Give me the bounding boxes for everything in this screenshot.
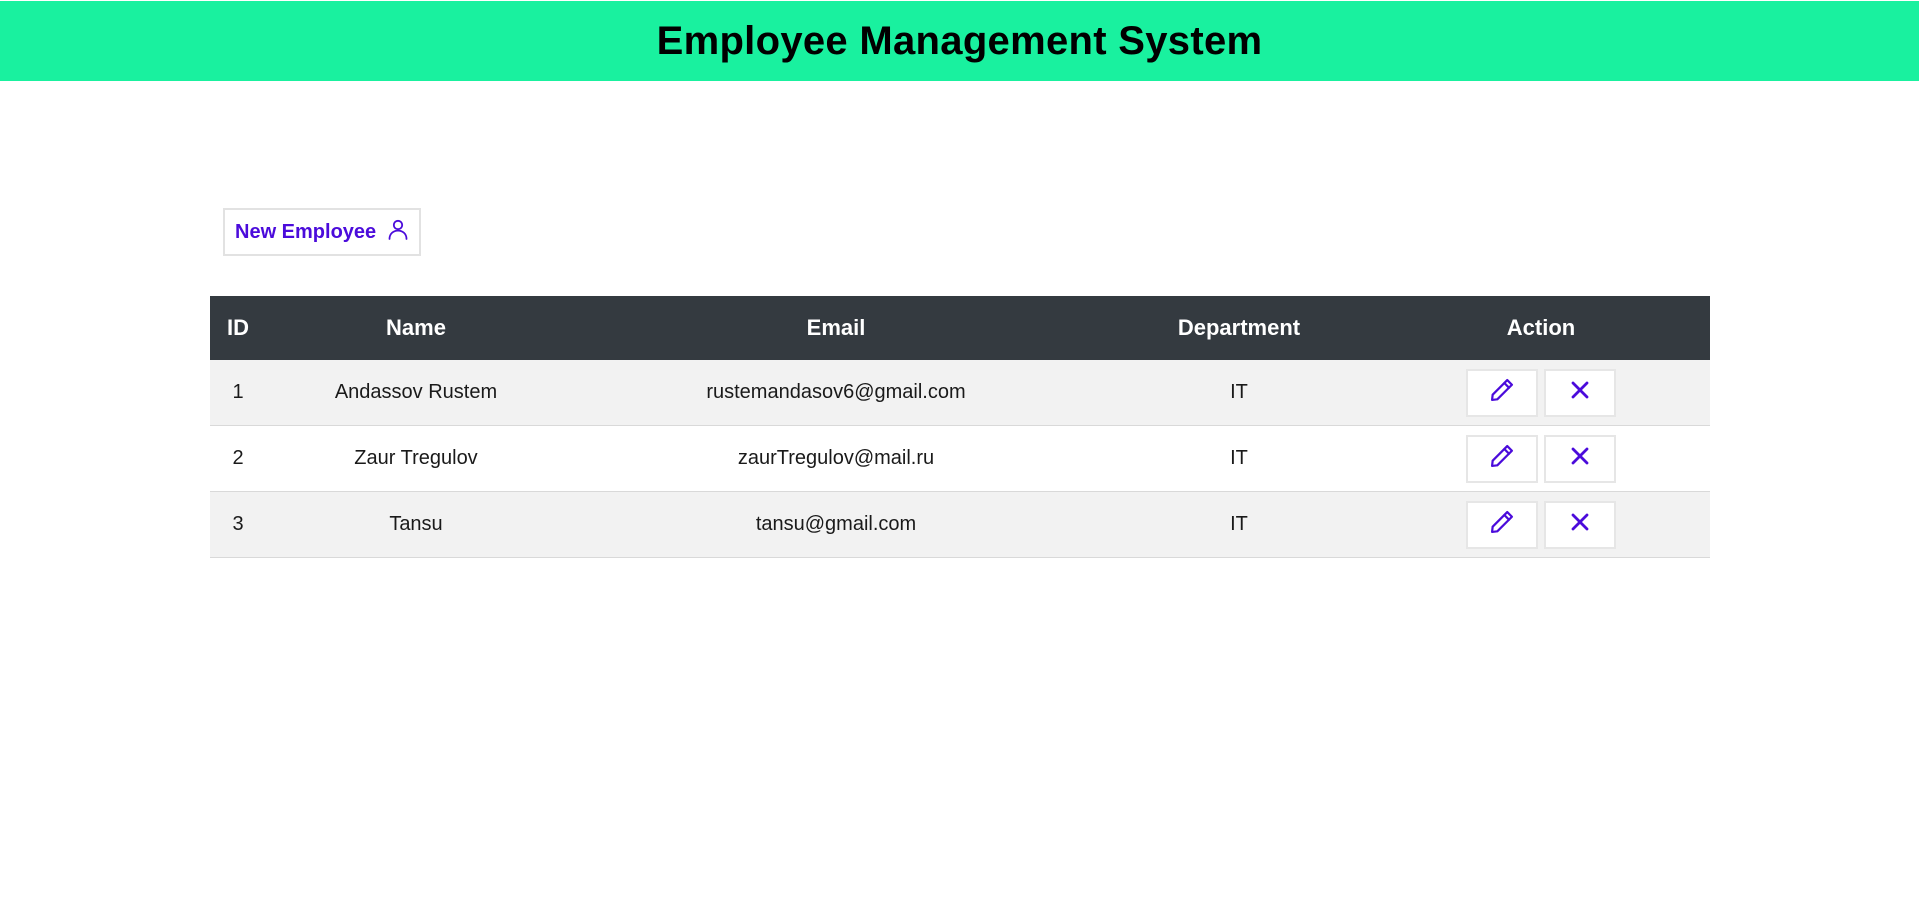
column-header-email: Email [806,315,866,340]
cell-id: 1 [232,381,244,403]
cell-actions [1372,434,1710,483]
table-row: 3 Tansu tansu@gmail.com IT [210,492,1710,558]
cell-name: Tansu [389,513,443,535]
cell-id: 3 [232,513,244,535]
edit-button[interactable] [1466,500,1538,549]
table-header: ID Name Email Department Action [210,296,1710,360]
cell-department: IT [1230,513,1248,535]
cell-email: tansu@gmail.com [755,513,917,535]
table-row: 1 Andassov Rustem rustemandasov6@gmail.c… [210,360,1710,426]
cell-actions [1372,368,1710,417]
column-header-name: Name [386,315,446,340]
cell-id: 2 [232,447,244,469]
delete-button[interactable] [1544,368,1616,417]
pencil-icon [1488,442,1516,476]
cell-name: Zaur Tregulov [354,447,478,469]
user-icon [386,217,410,241]
column-header-action: Action [1506,315,1576,340]
cell-email: zaurTregulov@mail.ru [737,447,935,469]
cell-name: Andassov Rustem [334,381,498,403]
table-row: 2 Zaur Tregulov zaurTregulov@mail.ru IT [210,426,1710,492]
delete-button[interactable] [1544,500,1616,549]
cell-actions [1372,500,1710,549]
column-header-department: Department [1177,315,1301,340]
edit-button[interactable] [1466,434,1538,483]
app-header: Employee Management System [0,1,1919,81]
new-employee-label: New Employee [235,220,377,243]
close-icon [1566,508,1594,542]
close-icon [1566,376,1594,410]
cell-department: IT [1230,447,1248,469]
close-icon [1566,442,1594,476]
cell-email: rustemandasov6@gmail.com [706,381,966,403]
column-header-id: ID [227,315,249,340]
pencil-icon [1488,508,1516,542]
pencil-icon [1488,376,1516,410]
cell-department: IT [1230,381,1248,403]
new-employee-button[interactable]: New Employee [223,208,421,256]
employee-table: ID Name Email Department Action 1 Andass… [210,296,1710,558]
delete-button[interactable] [1544,434,1616,483]
edit-button[interactable] [1466,368,1538,417]
page-title: Employee Management System [656,18,1263,63]
